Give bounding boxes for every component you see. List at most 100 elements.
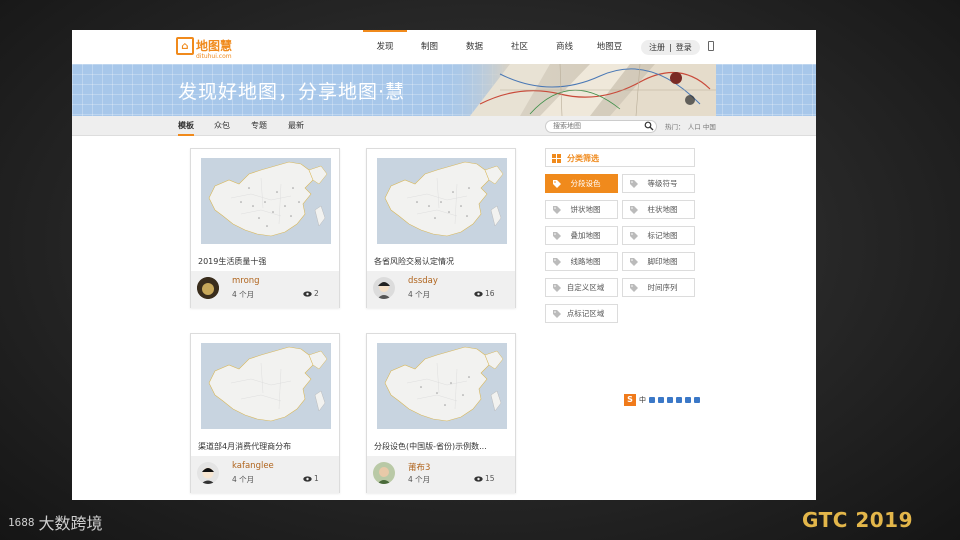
avatar-image [197, 277, 219, 299]
map-card[interactable]: 2019生活质量十强 mrong 4 个月 2 [190, 148, 340, 308]
nav-map-beans[interactable]: 地图豆 [587, 30, 632, 64]
category-filter-header: 分类筛选 [545, 148, 695, 167]
ime-toolbar[interactable]: S 中 [624, 394, 700, 406]
filter-custom-region[interactable]: 自定义区域 [545, 278, 618, 297]
watermark-left: 1688 大数跨境 [8, 510, 103, 534]
emoji-icon[interactable] [658, 397, 664, 403]
nav-make-map[interactable]: 制图 [407, 30, 452, 64]
punctuation-icon[interactable] [649, 397, 655, 403]
filter-time-series[interactable]: 时间序列 [622, 278, 695, 297]
filter-label: 标记地图 [647, 231, 678, 240]
watermark-text: 大数跨境 [38, 514, 103, 533]
post-age: 4 个月 [232, 475, 255, 484]
filter-graduated-color[interactable]: 分段设色 [545, 174, 618, 193]
microphone-icon[interactable] [667, 397, 673, 403]
register-link[interactable]: 注册 [649, 40, 665, 55]
tab-crowdsourcing[interactable]: 众包 [214, 116, 230, 136]
nav-community[interactable]: 社区 [497, 30, 542, 64]
china-map-graphic [208, 161, 328, 237]
hot-searches[interactable]: 热门： 人口 中国 [665, 121, 716, 131]
author-name[interactable]: mrong [232, 276, 260, 286]
filter-bar-map[interactable]: 柱状地图 [622, 200, 695, 219]
sub-navigation: 模板 众包 专题 最新 搜索地图 热门： 人口 中国 [72, 116, 816, 136]
tab-topic[interactable]: 专题 [251, 116, 267, 136]
author-name[interactable]: dssday [408, 276, 438, 286]
avatar[interactable] [197, 277, 219, 299]
view-count: 1 [303, 474, 319, 483]
keyboard-icon[interactable] [676, 397, 682, 403]
filter-footprint-map[interactable]: 脚印地图 [622, 252, 695, 271]
filter-label: 自定义区域 [566, 283, 605, 292]
avatar[interactable] [197, 462, 219, 484]
view-count: 16 [474, 289, 495, 298]
site-logo[interactable]: ⌂ 地图慧 dituhui.com [176, 37, 233, 60]
filter-title: 分类筛选 [567, 154, 599, 163]
tab-latest[interactable]: 最新 [288, 116, 304, 136]
filter-label: 点标记区域 [566, 309, 605, 318]
filter-route-map[interactable]: 线路地图 [545, 252, 618, 271]
top-navigation: ⌂ 地图慧 dituhui.com 发现 制图 数据 社区 商线 地图豆 注册 … [72, 30, 816, 64]
toolbox-icon[interactable] [694, 397, 700, 403]
login-link[interactable]: 登录 [676, 40, 692, 55]
author-name[interactable]: kafanglee [232, 461, 274, 471]
filter-label: 柱状地图 [647, 205, 678, 214]
nav-business[interactable]: 商线 [542, 30, 587, 64]
filter-marker-map[interactable]: 标记地图 [622, 226, 695, 245]
nav-data[interactable]: 数据 [452, 30, 497, 64]
map-card[interactable]: 分段设色(中国版-省份)示例数... 莆布3 4 个月 15 [366, 333, 516, 493]
skin-icon[interactable] [685, 397, 691, 403]
avatar-image [373, 277, 395, 299]
view-count-value: 16 [485, 289, 495, 298]
banner-title: 发现好地图，分享地图·慧 [178, 81, 406, 103]
avatar[interactable] [373, 462, 395, 484]
filter-overlay-map[interactable]: 叠加地图 [545, 226, 618, 245]
map-title[interactable]: 2019生活质量十强 [198, 256, 266, 267]
map-title[interactable]: 渠道部4月消费代理商分布 [198, 441, 291, 452]
avatar[interactable] [373, 277, 395, 299]
nav-discover[interactable]: 发现 [363, 30, 407, 64]
search-icon[interactable] [644, 121, 654, 131]
mobile-icon[interactable] [708, 41, 714, 51]
view-count: 15 [474, 474, 495, 483]
logo-icon: ⌂ [176, 37, 194, 55]
author-name[interactable]: 莆布3 [408, 461, 430, 473]
tab-template[interactable]: 模板 [178, 116, 194, 136]
post-age: 4 个月 [408, 290, 431, 299]
eye-icon [474, 290, 483, 297]
filter-label: 饼状地图 [570, 205, 601, 214]
ime-logo[interactable]: S [624, 394, 636, 406]
filter-graduated-symbol[interactable]: 等级符号 [622, 174, 695, 193]
logo-text: 地图慧 [196, 39, 233, 53]
map-thumbnail[interactable] [201, 158, 331, 244]
card-footer: mrong 4 个月 2 [191, 271, 339, 308]
map-thumbnail[interactable] [377, 158, 507, 244]
hero-banner: 发现好地图，分享地图·慧 [72, 64, 816, 116]
map-thumbnail[interactable] [377, 343, 507, 429]
filter-label: 线路地图 [570, 257, 601, 266]
avatar-image [197, 462, 219, 484]
card-footer: dssday 4 个月 16 [367, 271, 515, 308]
filter-point-region[interactable]: 点标记区域 [545, 304, 618, 323]
auth-pill: 注册 | 登录 [641, 40, 700, 55]
auth-separator: | [669, 43, 672, 52]
card-footer: kafanglee 4 个月 1 [191, 456, 339, 493]
grid-icon [552, 154, 561, 163]
filter-label: 脚印地图 [647, 257, 678, 266]
filter-pie-map[interactable]: 饼状地图 [545, 200, 618, 219]
china-map-graphic [384, 346, 504, 422]
eye-icon [474, 475, 483, 482]
eye-icon [303, 475, 312, 482]
view-count-value: 15 [485, 474, 495, 483]
post-age: 4 个月 [408, 475, 431, 484]
map-title[interactable]: 各省风险交易认定情况 [374, 256, 454, 267]
view-count-value: 2 [314, 289, 319, 298]
map-thumbnail[interactable] [201, 343, 331, 429]
search-input[interactable]: 搜索地图 [545, 120, 657, 133]
ime-mode[interactable]: 中 [639, 395, 646, 405]
card-footer: 莆布3 4 个月 15 [367, 456, 515, 493]
browser-viewport: ⌂ 地图慧 dituhui.com 发现 制图 数据 社区 商线 地图豆 注册 … [72, 30, 816, 500]
watermark-gtc: GTC 2019 [802, 508, 914, 532]
map-card[interactable]: 各省风险交易认定情况 dssday 4 个月 16 [366, 148, 516, 308]
map-title[interactable]: 分段设色(中国版-省份)示例数... [374, 441, 487, 452]
map-card[interactable]: 渠道部4月消费代理商分布 kafanglee 4 个月 1 [190, 333, 340, 493]
